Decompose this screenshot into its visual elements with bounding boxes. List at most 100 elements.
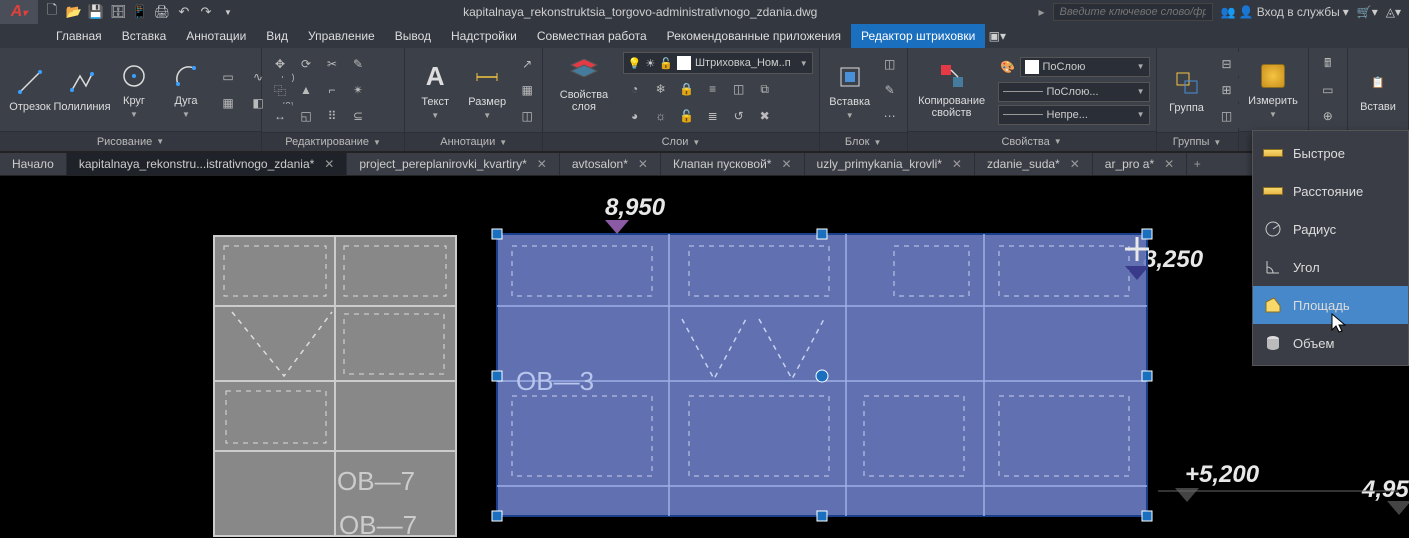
tab-insert[interactable]: Вставка [112,24,177,48]
close-icon[interactable]: ✕ [1070,157,1080,171]
layer-properties-button[interactable]: Свойства слоя [549,52,618,115]
exchange-icon[interactable]: 🛒▾ [1357,5,1378,19]
file-tab[interactable]: ar_pro a*✕ [1093,153,1187,175]
ribbon-extra-icon[interactable]: ▣▾ [985,24,1009,48]
file-tab[interactable]: project_pereplanirovki_kvartiry*✕ [347,153,559,175]
file-tab-active[interactable]: kapitalnaya_rekonstru...istrativnogo_zda… [67,153,348,175]
file-tab[interactable]: avtosalon*✕ [560,153,661,175]
file-tab[interactable]: zdanie_suda*✕ [975,153,1093,175]
erase-icon[interactable]: ✎ [346,52,370,76]
help-icon[interactable]: ◬▾ [1386,5,1401,19]
draw-panel-title[interactable]: Рисование ▼ [0,131,261,151]
tab-annotate[interactable]: Аннотации [176,24,256,48]
ungroup-icon[interactable]: ⊟ [1215,52,1239,76]
layers-panel-title[interactable]: Слои ▼ [543,132,818,151]
tab-home[interactable]: Главная [46,24,112,48]
scale-icon[interactable]: ◱ [294,104,318,128]
calc-icon[interactable]: 🖩 [1316,52,1340,76]
layer-unlock-icon[interactable]: 🔓 [675,104,699,128]
close-icon[interactable]: ✕ [781,157,791,171]
point-icon[interactable]: ⊕ [1316,104,1340,128]
select-icon[interactable]: ▭ [1316,78,1340,102]
undo-icon[interactable]: ↶ [174,2,194,22]
move-icon[interactable]: ✥ [268,52,292,76]
layer-freeze-icon[interactable]: ❄ [649,77,673,101]
saveas-icon[interactable]: 🗄 [108,2,128,22]
layer-thaw-icon[interactable]: ☼ [649,104,673,128]
new-icon[interactable]: 🗋 [42,2,62,22]
circle-button[interactable]: Круг▼ [110,58,158,121]
tab-featured[interactable]: Рекомендованные приложения [657,24,851,48]
field-icon[interactable]: ◫ [515,104,539,128]
props-panel-title[interactable]: Свойства ▼ [908,131,1156,151]
offset-icon[interactable]: ⊆ [346,104,370,128]
close-icon[interactable]: ✕ [638,157,648,171]
tab-view[interactable]: Вид [256,24,298,48]
signin-button[interactable]: 👥 👤 Вход в службы ▾ [1221,5,1349,19]
file-tab[interactable]: Клапан пусковой*✕ [661,153,805,175]
open-icon[interactable]: 📂 [64,2,84,22]
explode-icon[interactable]: ✴ [346,78,370,102]
line-button[interactable]: Отрезок [6,64,54,115]
qat-more-icon[interactable]: ▼ [218,2,238,22]
web-icon[interactable]: 📱 [130,2,150,22]
close-icon[interactable]: ✕ [537,157,547,171]
tab-addins[interactable]: Надстройки [441,24,527,48]
plot-icon[interactable]: 🖨 [152,2,172,22]
match-properties-button[interactable]: Копирование свойств [914,58,990,121]
layer-combo[interactable]: 💡 ☀ 🔓 Штриховка_Ном..п ▼ [623,52,813,74]
array-icon[interactable]: ⠿ [320,104,344,128]
edit-block-icon[interactable]: ✎ [878,78,902,102]
fillet-icon[interactable]: ⌐ [320,78,344,102]
polyline-button[interactable]: Полилиния [58,64,106,115]
rect-icon[interactable]: ▭ [214,65,242,89]
close-icon[interactable]: ✕ [324,157,334,171]
color-wheel-icon[interactable]: 🎨 [998,55,1018,79]
layer-match-icon[interactable]: ≣ [701,104,725,128]
trim-icon[interactable]: ✂ [320,52,344,76]
group-edit-icon[interactable]: ⊞ [1215,78,1239,102]
tab-output[interactable]: Вывод [385,24,441,48]
attr-icon[interactable]: ⋯ [878,104,902,128]
menu-angle[interactable]: Угол [1253,248,1408,286]
copy-icon[interactable]: ⿻ [268,78,292,102]
menu-area[interactable]: Площадь [1253,286,1408,324]
group-bbox-icon[interactable]: ◫ [1215,104,1239,128]
redo-icon[interactable]: ↷ [196,2,216,22]
new-tab-icon[interactable]: + [1187,153,1207,175]
table-icon[interactable]: ▦ [515,78,539,102]
lineweight-combo[interactable]: ПоСлою...▼ [998,82,1150,102]
block-panel-title[interactable]: Блок ▼ [820,132,907,151]
layer-off-icon[interactable]: ◔ [623,77,647,101]
layer-prev-icon[interactable]: ↺ [727,104,751,128]
menu-volume[interactable]: Объем [1253,324,1408,362]
group-button[interactable]: Группа [1163,65,1211,116]
layer-delete-icon[interactable]: ✖ [753,104,777,128]
tab-hatch-editor[interactable]: Редактор штриховки [851,24,985,48]
text-button[interactable]: A Текст▼ [411,59,459,122]
dimension-button[interactable]: Размер▼ [463,59,511,122]
layer-on-icon[interactable]: ◕ [623,104,647,128]
hatch-icon[interactable]: ▦ [214,91,242,115]
groups-panel-title[interactable]: Группы ▼ [1157,132,1238,151]
menu-quick[interactable]: Быстрое [1253,134,1408,172]
arc-button[interactable]: Дуга▼ [162,58,210,121]
modify-panel-title[interactable]: Редактирование ▼ [262,132,404,151]
file-tab[interactable]: uzly_primykania_krovli*✕ [805,153,975,175]
menu-distance[interactable]: Расстояние [1253,172,1408,210]
layer-iso-icon[interactable]: ◫ [727,77,751,101]
measure-button[interactable]: Измерить▼ [1245,58,1302,121]
tab-manage[interactable]: Управление [298,24,385,48]
paste-button[interactable]: 📋 Встави [1354,64,1402,115]
layer-merge-icon[interactable]: ⧉ [753,77,777,101]
annot-panel-title[interactable]: Аннотации ▼ [405,132,542,151]
close-icon[interactable]: ✕ [952,157,962,171]
leader-icon[interactable]: ↗ [515,52,539,76]
rotate-icon[interactable]: ⟳ [294,52,318,76]
tab-collaborate[interactable]: Совместная работа [527,24,657,48]
insert-block-button[interactable]: Вставка▼ [826,59,874,122]
drawing-canvas[interactable]: 8,950 8,250 +5,200 4,95 OB—7 OB—7 [0,176,1409,538]
create-block-icon[interactable]: ◫ [878,52,902,76]
app-logo[interactable]: A▾ [0,0,38,24]
search-input[interactable] [1053,3,1213,21]
